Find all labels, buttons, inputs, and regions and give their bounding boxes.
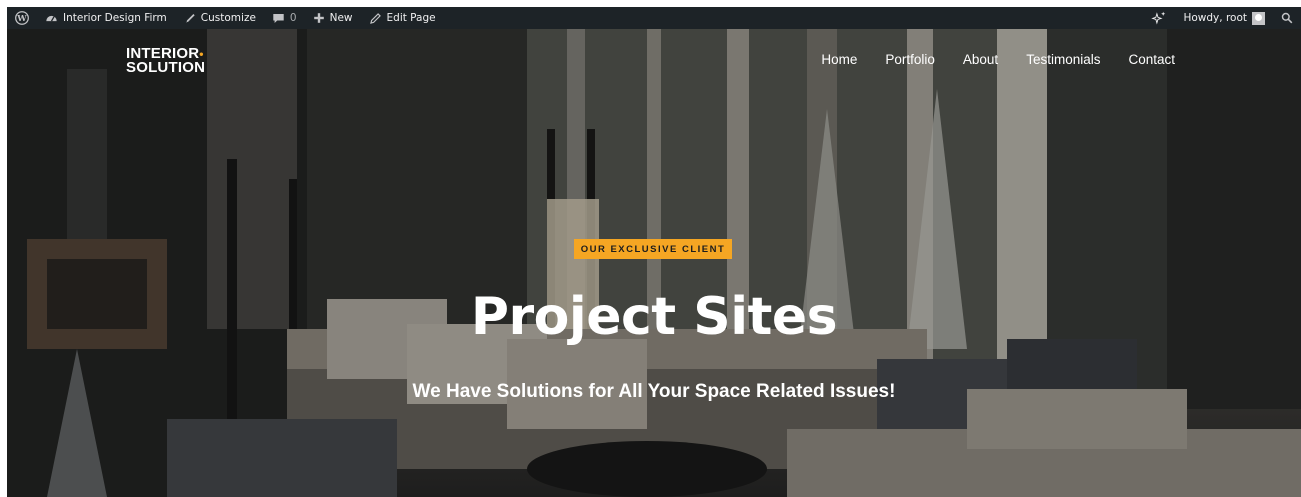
page: W Interior Design Firm Customize 0 New E…	[7, 7, 1301, 497]
nav-contact[interactable]: Contact	[1128, 52, 1175, 67]
nav-home[interactable]: Home	[821, 52, 857, 67]
hero-badge: OUR EXCLUSIVE CLIENT	[574, 239, 732, 259]
wordpress-logo-icon: W	[15, 11, 29, 25]
edit-page-label: Edit Page	[386, 12, 436, 24]
avatar	[1252, 11, 1265, 25]
site-logo[interactable]: INTERIOR• SOLUTION	[126, 46, 206, 76]
logo-line-2: SOLUTION	[126, 59, 206, 76]
comments-link[interactable]: 0	[264, 7, 305, 29]
dashboard-icon	[46, 15, 57, 21]
howdy-label: Howdy, root	[1183, 12, 1247, 24]
new-content-menu[interactable]: New	[305, 7, 361, 29]
customize-label: Customize	[200, 12, 256, 24]
edit-page-link[interactable]: Edit Page	[361, 7, 444, 29]
nav-portfolio[interactable]: Portfolio	[885, 52, 935, 67]
wp-admin-bar: W Interior Design Firm Customize 0 New E…	[7, 7, 1301, 29]
admin-search-button[interactable]	[1273, 7, 1301, 29]
brush-icon	[184, 13, 195, 23]
svg-text:W: W	[16, 13, 27, 23]
comments-count: 0	[289, 12, 297, 24]
site-name-label: Interior Design Firm	[63, 12, 167, 24]
ai-sparkle-button[interactable]	[1143, 7, 1175, 29]
site-name-menu[interactable]: Interior Design Firm	[37, 7, 175, 29]
hero-section: INTERIOR• SOLUTION Home Portfolio About …	[7, 29, 1301, 497]
pencil-icon	[369, 12, 381, 24]
new-label: New	[329, 12, 353, 24]
customize-link[interactable]: Customize	[175, 7, 264, 29]
main-navigation: Home Portfolio About Testimonials Contac…	[793, 52, 1175, 67]
my-account-menu[interactable]: Howdy, root	[1175, 7, 1273, 29]
wp-logo-menu[interactable]: W	[7, 7, 37, 29]
search-icon	[1281, 12, 1293, 24]
comment-bubble-icon	[273, 13, 284, 23]
nav-about[interactable]: About	[963, 52, 998, 67]
nav-testimonials[interactable]: Testimonials	[1026, 52, 1100, 67]
sparkle-icon	[1151, 11, 1166, 25]
plus-icon	[313, 13, 324, 23]
hero-dark-overlay	[7, 29, 1301, 497]
hero-title: Project Sites	[470, 287, 838, 347]
hero-subtitle: We Have Solutions for All Your Space Rel…	[412, 381, 896, 402]
